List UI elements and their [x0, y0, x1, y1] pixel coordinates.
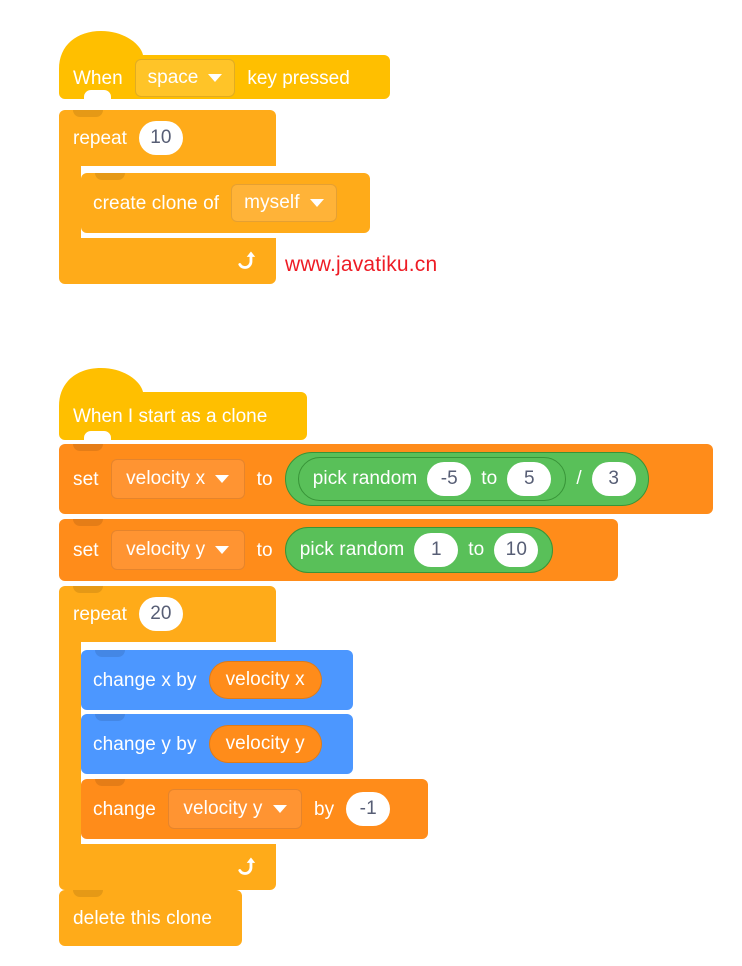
velocity-x-reporter[interactable]: velocity x — [208, 661, 322, 699]
delete-this-clone-block[interactable]: delete this clone — [59, 890, 242, 946]
blocks-canvas: When space key pressed repeat 10 create … — [0, 0, 742, 966]
create-clone-of-block[interactable]: create clone of myself — [81, 173, 370, 233]
change-y-by-block[interactable]: change y by velocity y — [81, 714, 353, 774]
chevron-down-icon — [309, 199, 324, 207]
block-notch — [95, 714, 125, 721]
block-notch — [73, 586, 103, 593]
repeat-20-count-input[interactable]: 20 — [138, 597, 183, 631]
velocity-y-variable-value: velocity y — [126, 539, 206, 560]
pick-random-to-label-x: to — [481, 468, 498, 489]
set-keyword-label-y: set — [73, 539, 99, 561]
hat-suffix-label: key pressed — [247, 67, 350, 89]
chevron-down-icon — [208, 74, 223, 82]
change-y-by-label: change y by — [93, 733, 197, 755]
velocity-x-variable-value: velocity x — [126, 468, 206, 489]
loop-arrow-icon — [238, 857, 256, 875]
chevron-down-icon — [272, 805, 287, 813]
block-notch — [73, 890, 103, 897]
change-x-by-block[interactable]: change x by velocity x — [81, 650, 353, 710]
clone-hat-label: When I start as a clone — [73, 405, 268, 427]
repeat-10-footer — [59, 238, 276, 284]
pick-random-to-input-y[interactable]: 10 — [494, 533, 539, 567]
change-by-label: by — [313, 798, 335, 820]
chevron-down-icon — [215, 475, 230, 483]
set-velocity-y-block[interactable]: set velocity y to pick random 1 to 10 — [59, 519, 618, 581]
repeat-10-arm — [59, 166, 81, 238]
hat-prefix-label: When — [73, 67, 123, 89]
when-key-pressed-hat-block[interactable]: When space key pressed — [59, 29, 390, 103]
change-keyword-label: change — [93, 798, 156, 820]
set-keyword-label: set — [73, 468, 99, 490]
velocity-x-variable-dropdown[interactable]: velocity x — [110, 459, 245, 499]
repeat-20-arm — [59, 642, 81, 844]
pick-random-block-x[interactable]: pick random -5 to 5 — [297, 457, 567, 501]
change-velocity-y-dropdown[interactable]: velocity y — [167, 789, 302, 829]
set-to-label-y: to — [256, 539, 273, 561]
repeat-20-label: repeat — [73, 603, 127, 625]
pick-random-label-y: pick random — [299, 539, 405, 560]
pick-random-block-y[interactable]: pick random 1 to 10 — [284, 527, 554, 573]
loop-arrow-icon — [238, 251, 256, 269]
block-notch — [95, 173, 125, 180]
pick-random-from-input-x[interactable]: -5 — [427, 462, 472, 496]
block-notch — [73, 519, 103, 526]
clone-target-dropdown[interactable]: myself — [231, 184, 337, 222]
pick-random-label-x: pick random — [312, 468, 418, 489]
repeat-20-block[interactable]: repeat 20 — [59, 586, 276, 642]
key-dropdown-value: space — [147, 67, 199, 88]
change-amount-input[interactable]: -1 — [346, 792, 391, 826]
division-operator-symbol: / — [576, 468, 582, 489]
chevron-down-icon — [215, 546, 230, 554]
clone-target-value: myself — [244, 192, 300, 213]
velocity-y-variable-dropdown[interactable]: velocity y — [110, 530, 245, 570]
pick-random-to-label-y: to — [468, 539, 485, 560]
when-i-start-as-clone-hat-block[interactable]: When I start as a clone — [59, 362, 307, 444]
block-notch — [95, 779, 125, 786]
watermark-text: www.javatiku.cn — [285, 253, 438, 276]
repeat-10-block[interactable]: repeat 10 — [59, 110, 276, 166]
block-notch — [73, 444, 103, 451]
pick-random-to-input-x[interactable]: 5 — [507, 462, 552, 496]
change-velocity-y-value: velocity y — [183, 798, 263, 819]
pick-random-from-input-y[interactable]: 1 — [414, 533, 459, 567]
division-divisor-input[interactable]: 3 — [591, 462, 636, 496]
key-dropdown[interactable]: space — [134, 59, 236, 97]
delete-this-clone-label: delete this clone — [73, 907, 213, 929]
division-operator-block[interactable]: pick random -5 to 5 / 3 — [284, 452, 649, 506]
block-notch — [95, 650, 125, 657]
create-clone-label: create clone of — [93, 192, 220, 214]
change-x-by-label: change x by — [93, 669, 197, 691]
velocity-y-reporter[interactable]: velocity y — [208, 725, 322, 763]
set-velocity-x-block[interactable]: set velocity x to pick random -5 to 5 / … — [59, 444, 713, 514]
repeat-count-input[interactable]: 10 — [138, 121, 183, 155]
repeat-label: repeat — [73, 127, 127, 149]
repeat-20-footer — [59, 844, 276, 890]
block-notch — [73, 110, 103, 117]
change-velocity-y-block[interactable]: change velocity y by -1 — [81, 779, 428, 839]
set-to-label: to — [256, 468, 273, 490]
